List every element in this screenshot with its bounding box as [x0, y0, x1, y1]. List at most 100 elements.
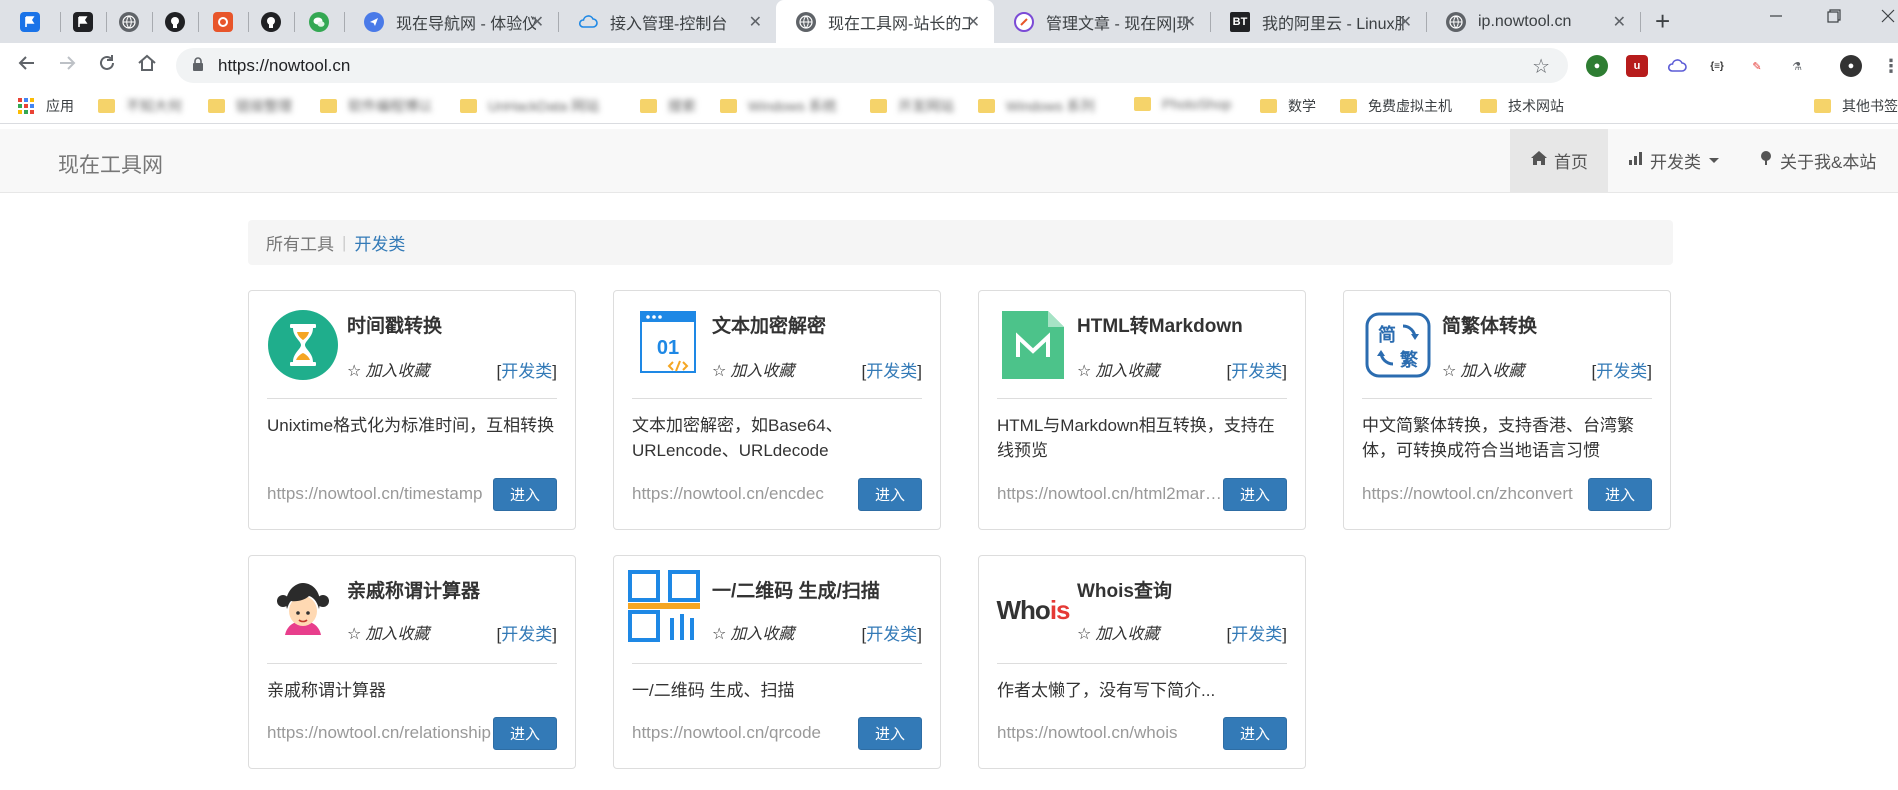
json-extension-icon[interactable]: {≡}: [1706, 55, 1728, 77]
tab-console[interactable]: 接入管理-控制台 ✕: [558, 0, 776, 43]
globe-extension-icon[interactable]: ●: [1586, 55, 1608, 77]
bookmark-label: 开发网站: [898, 98, 954, 114]
category-link[interactable]: 开发类: [866, 625, 917, 644]
add-favorite-link[interactable]: ☆ 加入收藏: [712, 620, 794, 644]
nav-dev-dropdown[interactable]: 开发类: [1608, 129, 1739, 192]
flag-icon: [20, 11, 40, 32]
bookmark-folder[interactable]: UnHackData 网站: [460, 96, 599, 116]
card-title[interactable]: Whois查询: [1077, 576, 1172, 603]
bookmark-math[interactable]: 数学: [1260, 96, 1316, 116]
pinned-tab-1[interactable]: [0, 0, 60, 43]
card-title[interactable]: 简繁体转换: [1442, 311, 1537, 338]
pinned-tab-7[interactable]: [294, 0, 344, 43]
enter-button[interactable]: 进入: [1223, 478, 1287, 511]
add-favorite-link[interactable]: ☆ 加入收藏: [712, 357, 794, 381]
bookmark-folder[interactable]: 开发网站: [870, 96, 954, 116]
ublock-icon[interactable]: u: [1626, 55, 1648, 77]
tab-nav-site[interactable]: 现在导航网 - 体验仪 ✕: [344, 0, 558, 43]
nav-home[interactable]: 首页: [1510, 129, 1608, 192]
avatar[interactable]: ●: [1840, 55, 1862, 77]
breadcrumb-all-tools[interactable]: 所有工具: [266, 230, 334, 255]
tool-icon: [213, 11, 233, 32]
home-icon[interactable]: [136, 52, 158, 80]
close-icon[interactable]: ✕: [749, 12, 762, 32]
bookmark-folder[interactable]: Windows 系列: [978, 96, 1095, 116]
close-icon[interactable]: ✕: [1183, 12, 1196, 32]
pinned-tab-5[interactable]: [198, 0, 248, 43]
enter-button[interactable]: 进入: [1223, 717, 1287, 750]
tab-manage-articles[interactable]: 管理文章 - 现在网|现 ✕: [994, 0, 1210, 43]
close-icon[interactable]: ✕: [531, 12, 544, 32]
bookmark-label: 不知大何: [126, 98, 182, 114]
category-link[interactable]: 开发类: [501, 362, 552, 381]
bookmark-folder[interactable]: 搜索: [640, 96, 696, 116]
restore-icon[interactable]: [1826, 8, 1842, 29]
minimize-icon[interactable]: [1768, 8, 1784, 29]
browser-toolbar: https://nowtool.cn ☆ ● u {≡} ✎ ⚗ ● ⋮: [0, 43, 1898, 88]
bookmark-label: Windows 系统: [748, 98, 837, 114]
breadcrumb-current[interactable]: 开发类: [354, 230, 405, 255]
cloud-extension-icon[interactable]: [1666, 55, 1688, 77]
menu-icon[interactable]: ⋮: [1880, 55, 1898, 77]
close-icon[interactable]: ✕: [1613, 12, 1626, 32]
back-icon[interactable]: [16, 52, 38, 80]
card-divider: [632, 663, 922, 664]
tab-nowtool-active[interactable]: 现在工具网-站长的工 ✕: [776, 0, 994, 43]
bookmark-folder[interactable]: Windows 系统: [720, 96, 837, 116]
tab-title: ip.nowtool.cn: [1478, 12, 1572, 30]
folder-icon: [978, 99, 995, 113]
pinned-tab-3[interactable]: [106, 0, 152, 43]
tab-bar: 现在导航网 - 体验仪 ✕ 接入管理-控制台 ✕ 现在工具网-站长的工 ✕ 管理…: [0, 0, 1898, 43]
enter-button[interactable]: 进入: [858, 478, 922, 511]
new-tab-button[interactable]: +: [1655, 8, 1670, 34]
site-brand[interactable]: 现在工具网: [58, 149, 163, 179]
nav-about[interactable]: 关于我&本站: [1738, 129, 1896, 192]
category-link[interactable]: 开发类: [866, 362, 917, 381]
bookmark-other[interactable]: 其他书签: [1814, 96, 1898, 116]
pinned-tab-6[interactable]: [248, 0, 294, 43]
forward-icon[interactable]: [56, 52, 78, 80]
close-icon[interactable]: ✕: [967, 12, 980, 32]
enter-button[interactable]: 进入: [493, 717, 557, 750]
pinned-tab-2[interactable]: [60, 0, 106, 43]
add-favorite-link[interactable]: ☆ 加入收藏: [1077, 357, 1159, 381]
reload-icon[interactable]: [96, 52, 118, 80]
bookmark-free-vps[interactable]: 免费虚拟主机: [1340, 96, 1452, 116]
card-title[interactable]: HTML转Markdown: [1077, 311, 1243, 338]
add-favorite-link[interactable]: ☆ 加入收藏: [347, 357, 429, 381]
folder-icon: [460, 99, 477, 113]
card-title[interactable]: 时间戳转换: [347, 311, 442, 338]
bookmark-folder[interactable]: PhotoShop: [1134, 96, 1231, 112]
card-title[interactable]: 一/二维码 生成/扫描: [712, 576, 880, 603]
bookmark-folder[interactable]: 链接整理: [208, 96, 292, 116]
card-title[interactable]: 亲戚称谓计算器: [347, 576, 480, 603]
category-link[interactable]: 开发类: [1231, 362, 1282, 381]
address-bar[interactable]: https://nowtool.cn ☆: [176, 48, 1568, 83]
card-title[interactable]: 文本加密解密: [712, 311, 826, 338]
caret-down-icon: [1709, 158, 1719, 163]
close-icon[interactable]: ✕: [1399, 12, 1412, 32]
url-text[interactable]: https://nowtool.cn: [218, 56, 350, 76]
bookmark-folder[interactable]: 软件编程博以: [320, 96, 432, 116]
tab-aliyun[interactable]: BT 我的阿里云 - Linux服 ✕: [1210, 0, 1426, 43]
eyedropper-icon[interactable]: ⚗: [1786, 55, 1808, 77]
enter-button[interactable]: 进入: [1588, 478, 1652, 511]
bookmark-apps[interactable]: 应用: [18, 96, 74, 116]
add-favorite-link[interactable]: ☆ 加入收藏: [1077, 620, 1159, 644]
add-favorite-link[interactable]: ☆ 加入收藏: [1442, 357, 1524, 381]
bookmark-star-icon[interactable]: ☆: [1532, 54, 1550, 79]
bookmark-folder[interactable]: 不知大何: [98, 96, 182, 116]
enter-button[interactable]: 进入: [858, 717, 922, 750]
bookmark-tech-sites[interactable]: 技术网站: [1480, 96, 1564, 116]
pin-extension-icon[interactable]: ✎: [1746, 55, 1768, 77]
category-link[interactable]: 开发类: [1596, 362, 1647, 381]
pinned-tab-4[interactable]: [152, 0, 198, 43]
tab-ip[interactable]: ip.nowtool.cn ✕: [1426, 0, 1640, 43]
category-link[interactable]: 开发类: [501, 625, 552, 644]
add-favorite-link[interactable]: ☆ 加入收藏: [347, 620, 429, 644]
category-link[interactable]: 开发类: [1231, 625, 1282, 644]
close-window-icon[interactable]: [1880, 8, 1896, 29]
article-icon: [1014, 11, 1034, 32]
folder-icon: [1134, 97, 1151, 111]
enter-button[interactable]: 进入: [493, 478, 557, 511]
